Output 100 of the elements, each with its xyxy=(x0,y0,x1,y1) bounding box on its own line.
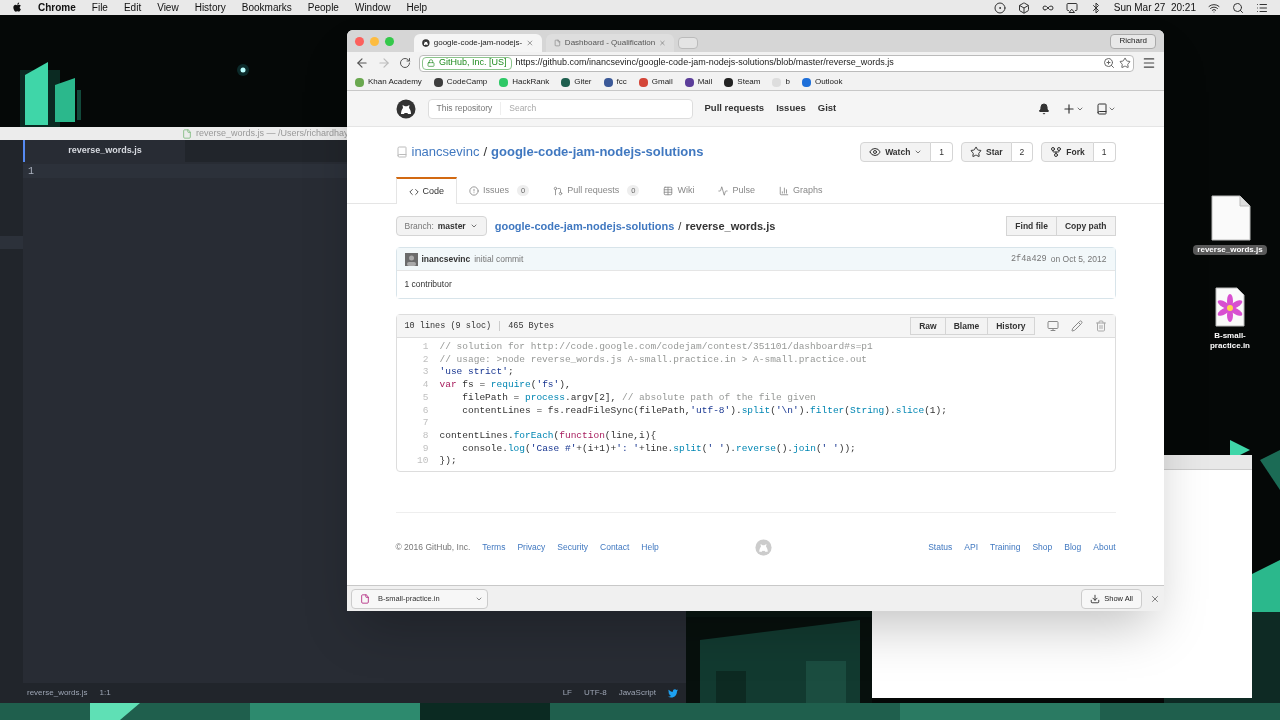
file-action-button[interactable]: Blame xyxy=(944,317,989,335)
menu-item[interactable]: Edit xyxy=(123,0,142,15)
wifi-icon[interactable] xyxy=(1208,1,1220,14)
repo-tab[interactable]: Graphs xyxy=(766,177,835,204)
flower-document-icon[interactable] xyxy=(1214,287,1246,327)
profile-button[interactable]: Richard xyxy=(1110,33,1156,49)
commit-message[interactable]: initial commit xyxy=(474,252,524,266)
footer-link[interactable]: API xyxy=(964,541,978,554)
address-bar[interactable]: GitHub, Inc. [US] https://github.com/inancsevinc/google-code-jam-nodejs-solutions/blob/master/reverse_words.js xyxy=(419,54,1134,72)
social-count[interactable]: 1 xyxy=(1093,142,1116,162)
status-line-ending[interactable]: LF xyxy=(562,687,572,699)
clock[interactable]: Sun Mar 27 20:21 xyxy=(1113,0,1196,15)
search-input[interactable]: Search xyxy=(501,102,692,115)
commit-sha[interactable]: 2f4a429 xyxy=(1011,252,1047,266)
search-field[interactable]: This repository Search xyxy=(427,98,693,119)
bookmark[interactable]: Gmail xyxy=(638,76,673,88)
back-icon[interactable] xyxy=(355,56,369,70)
status-cursor[interactable]: 1:1 xyxy=(99,687,111,699)
bird-icon[interactable] xyxy=(668,688,678,698)
bookmark[interactable]: b xyxy=(772,76,790,88)
file-action-button[interactable]: History xyxy=(987,317,1035,335)
repo-tab[interactable]: Pulse xyxy=(706,177,767,204)
commit-author[interactable]: inancsevinc xyxy=(421,252,471,266)
footer-link[interactable]: Training xyxy=(990,541,1021,554)
pulse-icon xyxy=(718,185,729,196)
browser-tab[interactable]: google-code-jam-nodejs- xyxy=(414,34,542,52)
zoom-icon[interactable] xyxy=(1103,57,1115,69)
menu-item[interactable]: History xyxy=(194,0,226,15)
nav-link[interactable]: Gist xyxy=(817,101,837,116)
reload-icon[interactable] xyxy=(399,57,411,69)
file-nav-button[interactable]: Find file xyxy=(1006,216,1057,236)
desktop-icon[interactable] xyxy=(1046,320,1059,332)
box-icon[interactable] xyxy=(1017,1,1030,14)
menu-item[interactable]: People xyxy=(307,0,339,15)
close-icon[interactable] xyxy=(1150,593,1160,604)
repo-action-button[interactable]: Watch xyxy=(860,142,932,162)
tab-title: google-code-jam-nodejs- xyxy=(433,37,523,49)
repo-action-button[interactable]: Star xyxy=(961,142,1012,162)
apple-logo[interactable] xyxy=(12,2,22,13)
airplay-icon[interactable] xyxy=(1065,1,1078,14)
list-icon[interactable] xyxy=(1256,1,1268,14)
nav-link[interactable]: Issues xyxy=(776,101,806,116)
document-icon[interactable] xyxy=(1208,195,1252,241)
bookmark[interactable]: Giter xyxy=(561,76,592,88)
footer-link[interactable]: Shop xyxy=(1032,541,1053,554)
repo-tab[interactable]: Code xyxy=(395,177,457,204)
status-encoding[interactable]: UTF-8 xyxy=(583,687,607,699)
menu-icon[interactable] xyxy=(1142,56,1156,70)
editor-tab[interactable]: reverse_words.js xyxy=(23,140,185,162)
nav-link[interactable]: Pull requests xyxy=(704,101,765,116)
footer-link[interactable]: About xyxy=(1093,541,1116,554)
bookmark[interactable]: CodeCamp xyxy=(433,76,488,88)
file-icon xyxy=(360,593,370,604)
file-nav-button[interactable]: Copy path xyxy=(1055,216,1116,236)
footer-link[interactable]: Help xyxy=(641,541,659,554)
file-label[interactable]: reverse_words.js xyxy=(1193,245,1267,255)
fork-icon xyxy=(1050,146,1063,158)
footer-link[interactable]: Security xyxy=(557,541,588,554)
menu-item[interactable]: Help xyxy=(406,0,428,15)
edit-icon[interactable] xyxy=(1070,320,1083,332)
bookmark[interactable]: HackRank xyxy=(499,76,550,88)
footer-link[interactable]: Contact xyxy=(600,541,630,554)
footer-link[interactable]: Status xyxy=(928,541,953,554)
bookmark-star-icon[interactable] xyxy=(1119,57,1131,69)
bookmark[interactable]: fcc xyxy=(603,76,627,88)
browser-tab[interactable]: Dashboard - Qualification xyxy=(546,34,674,52)
bell-icon[interactable] xyxy=(1037,102,1050,115)
file-action-button[interactable]: Raw xyxy=(910,317,946,335)
file-label[interactable]: B-small-practice.in xyxy=(1205,331,1255,351)
bookmark[interactable]: Khan Academy xyxy=(355,76,422,88)
bookmark[interactable]: Outlook xyxy=(801,76,843,88)
repo-owner[interactable]: inancsevinc xyxy=(411,142,480,162)
status-grammar[interactable]: JavaScript xyxy=(618,687,656,699)
contributors[interactable]: 1 contributor xyxy=(404,278,452,291)
repo-action-button[interactable]: Fork xyxy=(1041,142,1094,162)
plus-icon[interactable] xyxy=(1061,101,1076,116)
branch-select[interactable]: Branch: master xyxy=(395,216,487,236)
menu-item[interactable]: File xyxy=(91,0,108,15)
menu-item[interactable]: Window xyxy=(354,0,391,15)
status-file[interactable]: reverse_words.js xyxy=(27,687,88,699)
search-icon[interactable] xyxy=(1232,1,1244,14)
footer-link[interactable]: Blog xyxy=(1064,541,1082,554)
bookmark[interactable]: Steam xyxy=(724,76,761,88)
repo-name[interactable]: google-code-jam-nodejs-solutions xyxy=(491,142,704,162)
bookmark[interactable]: Mail xyxy=(684,76,713,88)
lock-icon xyxy=(427,59,435,67)
close-icon[interactable] xyxy=(526,38,534,48)
cat-logo[interactable] xyxy=(395,98,416,119)
breadcrumb-repo[interactable]: google-code-jam-nodejs-solutions xyxy=(494,217,675,235)
footer-link[interactable]: Terms xyxy=(482,541,506,554)
footer-link[interactable]: Privacy xyxy=(517,541,546,554)
repo-tab[interactable]: Wiki xyxy=(651,177,707,204)
social-count[interactable]: 1 xyxy=(931,142,954,162)
social-count[interactable]: 2 xyxy=(1011,142,1034,162)
code-line: contentLines = fs.readFileSync(filePath,'utf-8').split('\n').filter(String).slice(1); xyxy=(461,404,947,418)
app-menu[interactable]: Chrome xyxy=(38,0,76,15)
book-icon[interactable] xyxy=(1095,102,1108,115)
record-icon[interactable] xyxy=(993,1,1006,14)
menu-item[interactable]: View xyxy=(157,0,179,15)
menu-item[interactable]: Bookmarks xyxy=(241,0,292,15)
